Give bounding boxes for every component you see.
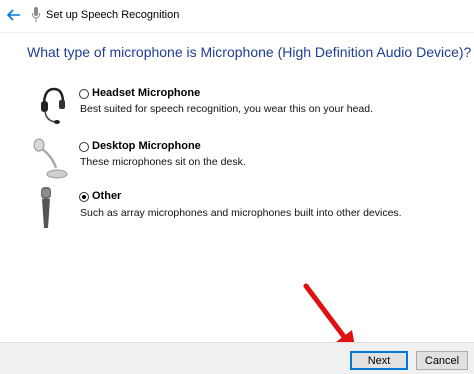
option-headset[interactable]: Headset Microphone Best suited for speec… — [0, 85, 474, 130]
option-desktop[interactable]: Desktop Microphone These microphones sit… — [0, 138, 474, 183]
button-bar: Next Cancel — [0, 342, 474, 374]
page-heading: What type of microphone is Microphone (H… — [27, 44, 472, 60]
option-label: Headset Microphone — [92, 87, 201, 99]
option-description: Best suited for speech recognition, you … — [80, 103, 374, 115]
option-label: Other — [92, 190, 122, 202]
cancel-button[interactable]: Cancel — [416, 351, 468, 370]
headset-icon — [41, 87, 65, 124]
window-title: Set up Speech Recognition — [46, 9, 180, 21]
microphone-icon — [32, 7, 40, 22]
other-radio[interactable] — [79, 192, 89, 202]
option-description: These microphones sit on the desk. — [80, 156, 246, 168]
next-button[interactable]: Next — [350, 351, 408, 370]
back-arrow-icon — [7, 9, 20, 21]
option-other[interactable]: Other Such as array microphones and micr… — [0, 187, 474, 232]
option-description: Such as array microphones and microphone… — [80, 207, 402, 219]
handheld-microphone-icon — [41, 187, 51, 228]
back-button[interactable] — [0, 0, 28, 30]
desktop-radio[interactable] — [79, 142, 89, 152]
headset-radio[interactable] — [79, 89, 89, 99]
title-bar: Set up Speech Recognition — [0, 0, 474, 33]
option-label: Desktop Microphone — [92, 140, 201, 152]
desktop-microphone-icon — [33, 138, 68, 179]
